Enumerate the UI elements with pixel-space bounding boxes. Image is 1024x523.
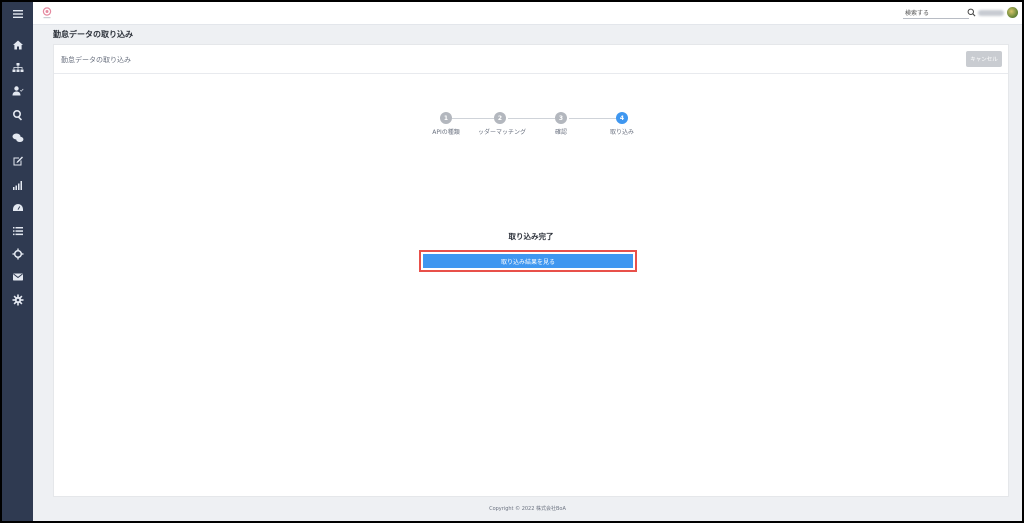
sidebar xyxy=(2,2,33,521)
step-4-label: 取り込み xyxy=(609,129,635,136)
dashboard-icon[interactable] xyxy=(10,200,25,215)
import-complete-text: 取り込み完了 xyxy=(508,232,554,241)
step-2-label: ッダーマッチング xyxy=(477,129,527,136)
step-connector xyxy=(508,118,555,119)
brand-logo[interactable] xyxy=(42,7,52,19)
page-title: 勤怠データの取り込み xyxy=(53,30,133,39)
app-window: 勤怠データの取り込み 勤怠データの取り込み キャンセル 1 2 3 4 APIの… xyxy=(2,2,1022,521)
list-icon[interactable] xyxy=(10,223,25,238)
search-icon[interactable] xyxy=(10,107,25,122)
import-panel: 勤怠データの取り込み キャンセル 1 2 3 4 APIの種類 ッダーマッチング… xyxy=(53,44,1009,497)
footer-copyright: Copyright © 2022 株式会社BoA xyxy=(489,506,566,512)
step-1-circle: 1 xyxy=(440,112,452,124)
edit-icon[interactable] xyxy=(10,153,25,168)
step-3-label: 確認 xyxy=(554,129,568,136)
view-results-button[interactable]: 取り込み結果を見る xyxy=(423,254,633,268)
crosshair-icon[interactable] xyxy=(10,246,25,261)
mail-icon[interactable] xyxy=(10,269,25,284)
step-2-circle: 2 xyxy=(494,112,506,124)
search-input[interactable] xyxy=(903,8,969,19)
avatar[interactable] xyxy=(1007,7,1018,18)
panel-title: 勤怠データの取り込み xyxy=(61,56,131,64)
user-check-icon[interactable] xyxy=(10,83,25,98)
gear-icon[interactable] xyxy=(10,292,25,307)
signal-bars-icon[interactable] xyxy=(10,177,25,192)
top-bar xyxy=(33,2,1022,25)
step-3-circle: 3 xyxy=(555,112,567,124)
menu-icon[interactable] xyxy=(10,6,25,21)
home-icon[interactable] xyxy=(10,37,25,52)
panel-header: 勤怠データの取り込み キャンセル xyxy=(54,45,1008,74)
org-chart-icon[interactable] xyxy=(10,60,25,75)
search-icon[interactable] xyxy=(967,8,976,17)
chat-icon[interactable] xyxy=(10,130,25,145)
step-connector xyxy=(569,118,616,119)
step-1-label: APIの種類 xyxy=(432,129,460,136)
cancel-button[interactable]: キャンセル xyxy=(966,51,1002,67)
step-4-circle: 4 xyxy=(616,112,628,124)
user-name-blurred[interactable] xyxy=(978,10,1004,16)
step-connector xyxy=(452,118,494,119)
